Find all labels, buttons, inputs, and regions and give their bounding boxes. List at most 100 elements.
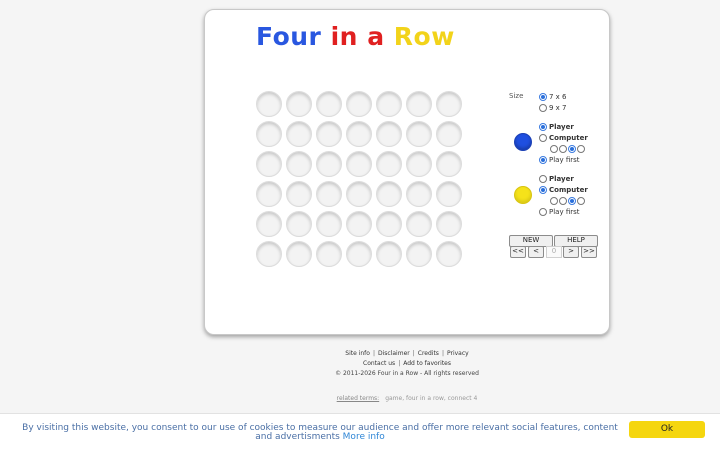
blue-player-option[interactable]: Player (539, 123, 574, 131)
board-cell[interactable] (256, 241, 282, 267)
yellow-disc-icon (514, 186, 532, 204)
contact-us-link[interactable]: Contact us (363, 360, 395, 367)
board-cell[interactable] (406, 151, 432, 177)
board-cell[interactable] (376, 91, 402, 117)
yellow-play-first-radio[interactable] (539, 208, 547, 216)
site-info-link[interactable]: Site info (345, 350, 370, 357)
game-board[interactable] (254, 89, 464, 269)
related-terms: related terms: game, four in a row, conne… (204, 395, 610, 402)
related-terms-link[interactable]: related terms: (337, 395, 380, 402)
board-cell[interactable] (316, 241, 342, 267)
board-cell[interactable] (286, 181, 312, 207)
related-terms-text: game, four in a row, connect 4 (385, 395, 478, 402)
board-cell[interactable] (256, 121, 282, 147)
blue-player-radio[interactable] (539, 123, 547, 131)
yellow-computer-option[interactable]: Computer (539, 186, 588, 194)
logo-word-5 (385, 22, 394, 51)
board-cell[interactable] (316, 151, 342, 177)
yellow-level-3-radio[interactable] (568, 197, 576, 205)
board-cell[interactable] (286, 241, 312, 267)
board-cell[interactable] (376, 181, 402, 207)
blue-play-first-option[interactable]: Play first (539, 156, 580, 164)
size-9x7-radio[interactable] (539, 104, 547, 112)
board-cell[interactable] (436, 121, 462, 147)
board-cell[interactable] (436, 211, 462, 237)
yellow-computer-radio[interactable] (539, 186, 547, 194)
blue-level-3-radio[interactable] (568, 145, 576, 153)
prev-move-button[interactable]: < (528, 246, 544, 258)
board-cell[interactable] (406, 241, 432, 267)
board-cell[interactable] (316, 181, 342, 207)
add-to-favorites-link[interactable]: Add to favorites (403, 360, 451, 367)
next-move-button[interactable]: > (563, 246, 579, 258)
blue-level-2-radio[interactable] (559, 145, 567, 153)
yellow-player-option[interactable]: Player (539, 175, 574, 183)
board-cell[interactable] (346, 151, 372, 177)
yellow-computer-label: Computer (549, 186, 588, 194)
board-cell[interactable] (376, 151, 402, 177)
logo-word-3 (358, 22, 367, 51)
blue-computer-radio[interactable] (539, 134, 547, 142)
board-cell[interactable] (256, 211, 282, 237)
board-cell[interactable] (256, 91, 282, 117)
cookie-message: By visiting this website, you consent to… (20, 424, 620, 442)
board-cell[interactable] (346, 91, 372, 117)
board-cell[interactable] (286, 91, 312, 117)
blue-player-label: Player (549, 123, 574, 131)
cookie-ok-button[interactable]: Ok (629, 421, 705, 438)
board-cell[interactable] (346, 241, 372, 267)
yellow-level-1-radio[interactable] (550, 197, 558, 205)
board-cell[interactable] (406, 121, 432, 147)
size-7x6-radio[interactable] (539, 93, 547, 101)
yellow-level-4-radio[interactable] (577, 197, 585, 205)
board-cell[interactable] (286, 151, 312, 177)
yellow-level-2-radio[interactable] (559, 197, 567, 205)
board-cell[interactable] (376, 241, 402, 267)
size-option-7x6[interactable]: 7 x 6 (539, 93, 567, 101)
disclaimer-link[interactable]: Disclaimer (378, 350, 410, 357)
board-cell[interactable] (436, 151, 462, 177)
board-cell[interactable] (406, 91, 432, 117)
blue-level-1-radio[interactable] (550, 145, 558, 153)
yellow-play-first-label: Play first (549, 208, 580, 216)
blue-computer-label: Computer (549, 134, 588, 142)
logo-word-6: Row (393, 22, 455, 51)
yellow-player-radio[interactable] (539, 175, 547, 183)
blue-play-first-radio[interactable] (539, 156, 547, 164)
game-logo: Four in a Row (256, 22, 455, 51)
logo-word-1 (321, 22, 330, 51)
board-cell[interactable] (316, 211, 342, 237)
board-cell[interactable] (436, 91, 462, 117)
privacy-link[interactable]: Privacy (447, 350, 469, 357)
size-option-9x7[interactable]: 9 x 7 (539, 104, 567, 112)
board-cell[interactable] (406, 211, 432, 237)
board-cell[interactable] (286, 121, 312, 147)
board-cell[interactable] (256, 181, 282, 207)
credits-link[interactable]: Credits (418, 350, 439, 357)
footer-links-primary: Site info | Disclaimer | Credits | Privacy (345, 350, 469, 357)
blue-computer-option[interactable]: Computer (539, 134, 588, 142)
blue-level-4-radio[interactable] (577, 145, 585, 153)
board-cell[interactable] (286, 211, 312, 237)
board-cell[interactable] (406, 181, 432, 207)
logo-word-4: a (367, 22, 385, 51)
board-cell[interactable] (346, 181, 372, 207)
board-cell[interactable] (436, 241, 462, 267)
yellow-play-first-option[interactable]: Play first (539, 208, 580, 216)
size-7x6-label: 7 x 6 (549, 93, 567, 101)
first-move-button[interactable]: << (510, 246, 526, 258)
footer-links-secondary: Contact us | Add to favorites (363, 360, 451, 367)
more-info-link[interactable]: More info (343, 432, 385, 442)
board-cell[interactable] (316, 91, 342, 117)
logo-word-2: in (330, 22, 358, 51)
board-cell[interactable] (346, 121, 372, 147)
board-cell[interactable] (316, 121, 342, 147)
board-cell[interactable] (256, 151, 282, 177)
cookie-banner: By visiting this website, you consent to… (0, 413, 720, 450)
board-cell[interactable] (376, 211, 402, 237)
board-cell[interactable] (376, 121, 402, 147)
board-cell[interactable] (346, 211, 372, 237)
last-move-button[interactable]: >> (581, 246, 597, 258)
board-cell[interactable] (436, 181, 462, 207)
yellow-level-selector (550, 197, 586, 205)
